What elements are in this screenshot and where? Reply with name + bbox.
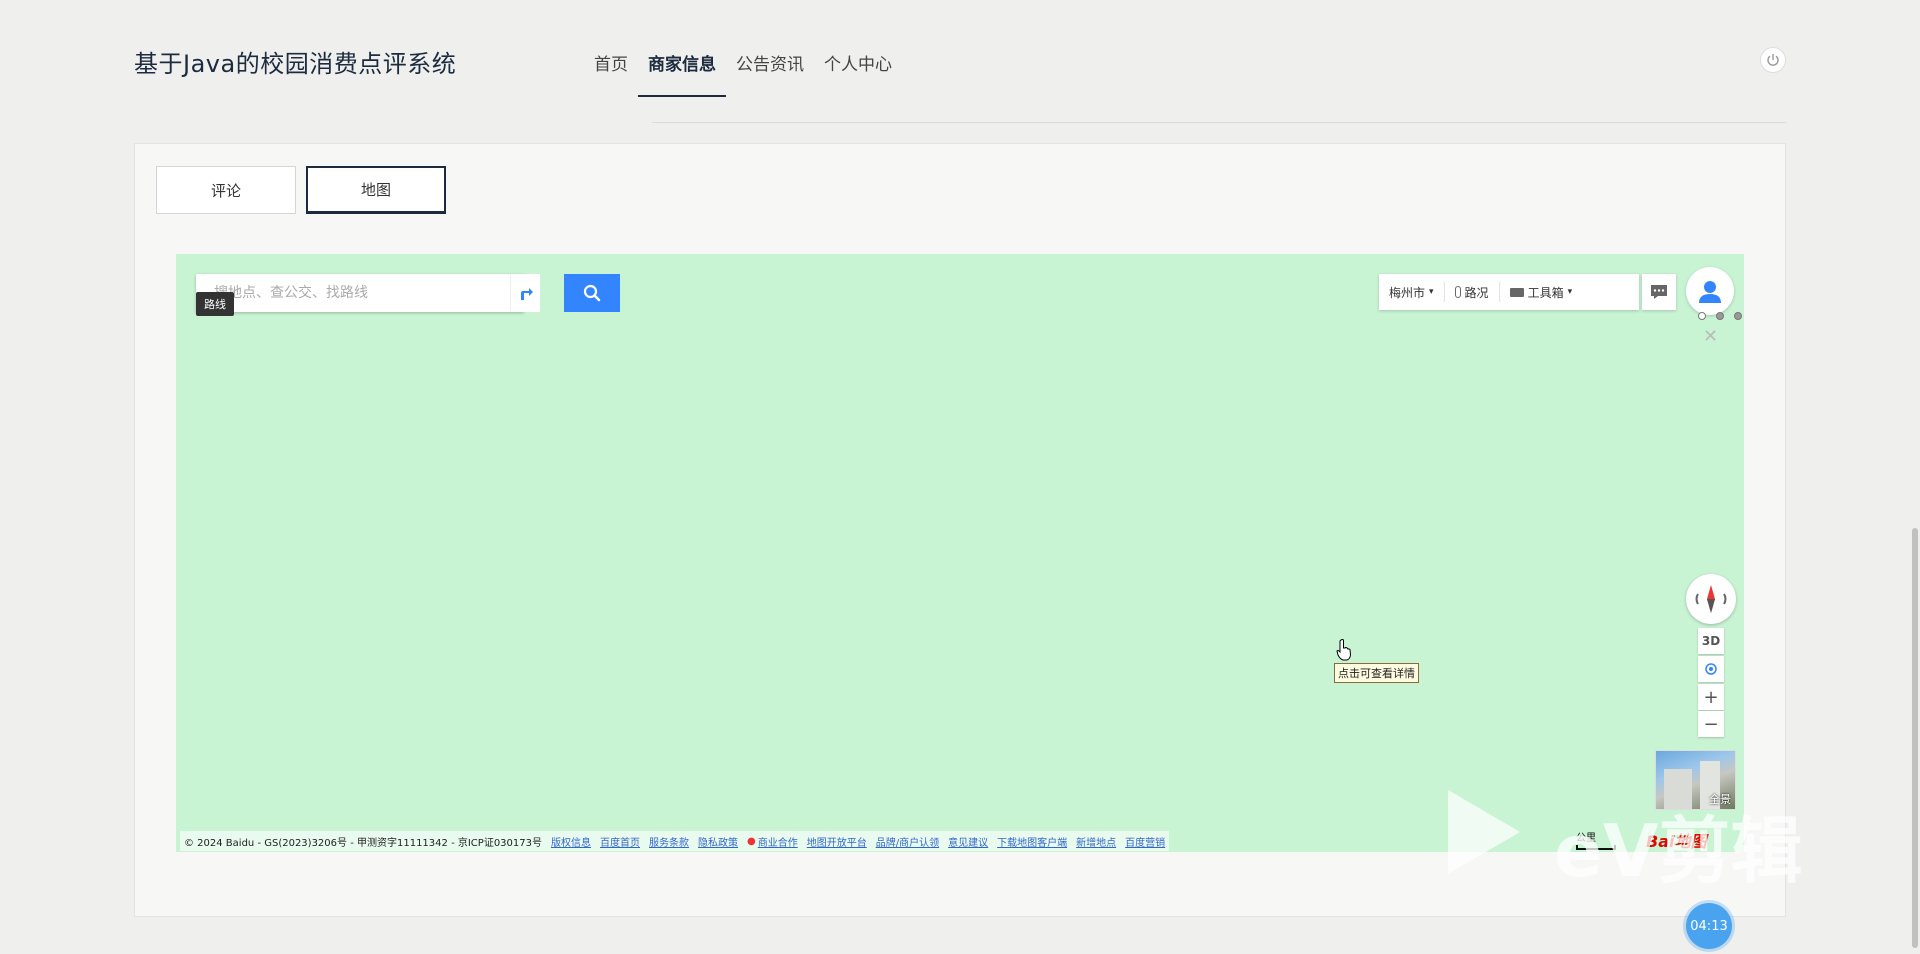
play-icon bbox=[1448, 790, 1520, 874]
footer-link-copyright[interactable]: 版权信息 bbox=[551, 834, 591, 849]
nav-personal-center[interactable]: 个人中心 bbox=[814, 40, 902, 97]
map-search-button[interactable] bbox=[564, 274, 620, 312]
chevron-down-icon: ▾ bbox=[1567, 287, 1573, 297]
footer-link-privacy[interactable]: 隐私政策 bbox=[698, 834, 738, 849]
carousel-dot[interactable] bbox=[1698, 312, 1706, 320]
tab-comments[interactable]: 评论 bbox=[156, 166, 296, 214]
nav-divider bbox=[652, 122, 1786, 123]
compass-control[interactable] bbox=[1686, 574, 1736, 624]
carousel-dot[interactable] bbox=[1734, 312, 1742, 320]
message-button[interactable] bbox=[1642, 274, 1676, 310]
toolbox-button[interactable]: 工具箱 ▾ bbox=[1500, 282, 1583, 302]
power-icon bbox=[1767, 54, 1779, 66]
hand-cursor-icon bbox=[1336, 639, 1352, 661]
footer-link-terms[interactable]: 服务条款 bbox=[649, 834, 689, 849]
page-scrollbar[interactable] bbox=[1912, 528, 1918, 948]
user-avatar-button[interactable] bbox=[1686, 267, 1734, 315]
footer-link-marketing[interactable]: 百度营销 bbox=[1125, 834, 1165, 849]
map-copyright-bar: © 2024 Baidu - GS(2023)3206号 - 甲测资字11111… bbox=[180, 831, 1170, 851]
nav-announcements[interactable]: 公告资讯 bbox=[726, 40, 814, 97]
compass-icon bbox=[1695, 585, 1727, 613]
map-toolbar: 梅州市 ▾ 路况 工具箱 ▾ bbox=[1379, 274, 1639, 310]
copyright-text: © 2024 Baidu - GS(2023)3206号 - 甲测资字11111… bbox=[184, 837, 542, 849]
baidu-map[interactable]: 路线 梅州市 ▾ 路况 工具箱 ▾ bbox=[176, 254, 1744, 852]
toolbox-icon bbox=[1509, 287, 1524, 297]
route-arrow-icon bbox=[520, 288, 533, 300]
route-tooltip: 路线 bbox=[196, 292, 234, 316]
site-title: 基于Java的校园消费点评系统 bbox=[134, 50, 457, 78]
map-search-box bbox=[196, 274, 524, 312]
recording-timer[interactable]: 04:13 bbox=[1686, 903, 1732, 949]
locate-button[interactable] bbox=[1698, 656, 1724, 682]
main-nav: 首页 商家信息 公告资讯 个人中心 bbox=[584, 40, 902, 97]
3d-button[interactable]: 3D bbox=[1698, 628, 1724, 654]
nav-home[interactable]: 首页 bbox=[584, 40, 638, 97]
footer-link-add-place[interactable]: 新增地点 bbox=[1076, 834, 1116, 849]
power-button[interactable] bbox=[1760, 47, 1786, 73]
carousel-dots bbox=[1698, 312, 1742, 320]
map-search-input[interactable] bbox=[196, 274, 476, 312]
header: 基于Java的校园消费点评系统 首页 商家信息 公告资讯 个人中心 bbox=[0, 0, 1920, 125]
watermark-text: eV剪辑 bbox=[1554, 809, 1803, 893]
traffic-light-icon bbox=[1454, 286, 1461, 298]
carousel-dot[interactable] bbox=[1716, 312, 1724, 320]
map-hover-tooltip: 点击可查看详情 bbox=[1334, 663, 1419, 683]
chevron-down-icon: ▾ bbox=[1429, 287, 1434, 297]
city-selector[interactable]: 梅州市 ▾ bbox=[1379, 282, 1445, 302]
video-watermark: eV剪辑 bbox=[1448, 790, 1818, 910]
footer-link-brand-claim[interactable]: 品牌/商户认领 bbox=[876, 834, 939, 849]
footer-link-download[interactable]: 下载地图客户端 bbox=[997, 834, 1067, 849]
zoom-in-button[interactable]: + bbox=[1698, 684, 1724, 710]
traffic-button[interactable]: 路况 bbox=[1445, 282, 1500, 302]
search-icon bbox=[583, 284, 601, 302]
city-label: 梅州市 bbox=[1389, 285, 1426, 300]
footer-link-baidu-home[interactable]: 百度首页 bbox=[600, 834, 640, 849]
route-button[interactable] bbox=[510, 274, 540, 312]
traffic-label: 路况 bbox=[1464, 285, 1489, 300]
footer-link-open-platform[interactable]: 地图开放平台 bbox=[807, 834, 867, 849]
zoom-out-button[interactable]: − bbox=[1698, 711, 1724, 737]
nav-merchant-info[interactable]: 商家信息 bbox=[638, 40, 726, 97]
tab-map[interactable]: 地图 bbox=[306, 166, 446, 214]
footer-link-feedback[interactable]: 意见建议 bbox=[948, 834, 988, 849]
footer-link-business[interactable]: 商业合作 bbox=[758, 834, 798, 849]
message-icon bbox=[1651, 285, 1667, 299]
fire-icon: ● bbox=[747, 835, 756, 847]
user-icon bbox=[1699, 281, 1721, 303]
toolbox-label: 工具箱 bbox=[1527, 285, 1564, 300]
close-icon[interactable]: ✕ bbox=[1703, 326, 1718, 347]
locate-icon bbox=[1705, 663, 1717, 675]
